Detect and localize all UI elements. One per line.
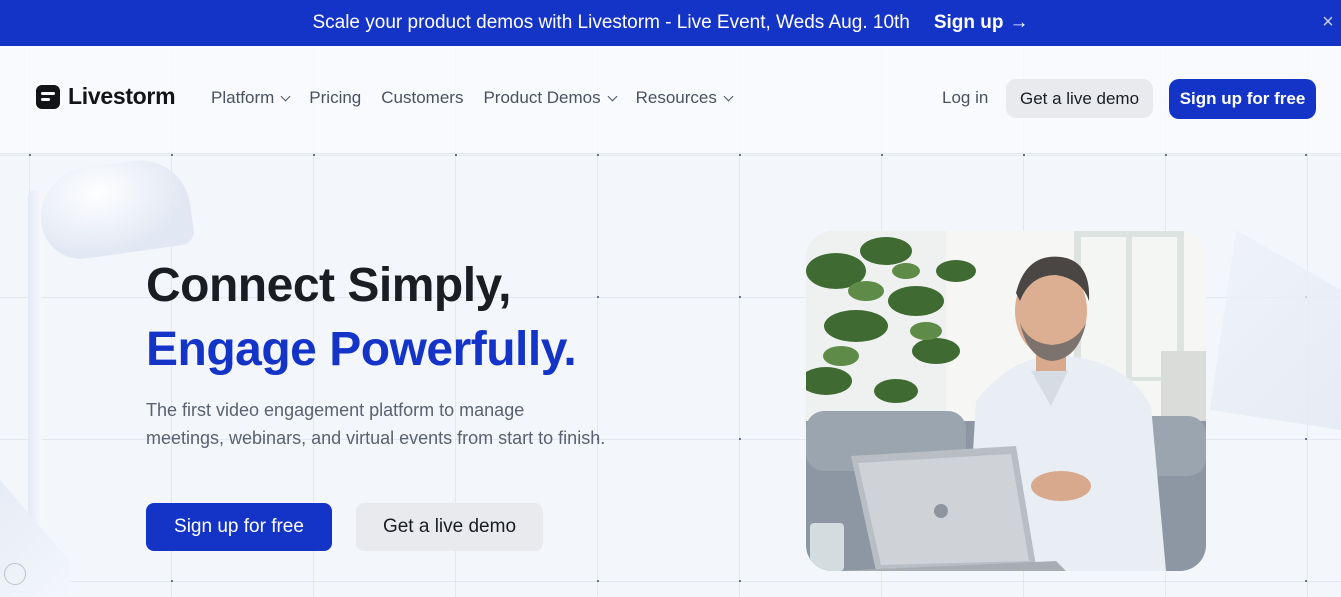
chevron-down-icon bbox=[280, 91, 291, 101]
grid-dot bbox=[739, 580, 741, 582]
grid-dot bbox=[739, 154, 741, 156]
hero-photo bbox=[806, 231, 1206, 571]
hero-subtitle: The first video engagement platform to m… bbox=[146, 400, 606, 448]
ring-decoration bbox=[4, 563, 26, 585]
grid-dot bbox=[29, 154, 31, 156]
livestorm-logo-icon bbox=[36, 84, 60, 109]
nav-item-customers[interactable]: Customers bbox=[381, 88, 463, 108]
main-nav: Platform Pricing Customers Product Demos… bbox=[211, 88, 752, 108]
arrow-right-icon: → bbox=[1009, 12, 1029, 33]
hero-title-line2: Engage Powerfully. bbox=[146, 323, 577, 376]
grid-dot bbox=[1023, 154, 1025, 156]
site-header: Livestorm Platform Pricing Customers Pro… bbox=[0, 46, 1341, 154]
grid-dot bbox=[171, 580, 173, 582]
logo[interactable]: Livestorm bbox=[36, 83, 176, 110]
hero-title: Connect Simply, Engage Powerfully. bbox=[146, 254, 577, 382]
nav-item-label: Product Demos bbox=[483, 88, 601, 107]
grid-dot bbox=[1305, 580, 1307, 582]
nav-item-label: Resources bbox=[635, 88, 717, 107]
grid-dot bbox=[313, 154, 315, 156]
get-live-demo-button[interactable]: Get a live demo bbox=[1006, 79, 1153, 118]
grid-dot bbox=[1305, 154, 1307, 156]
nav-item-pricing[interactable]: Pricing bbox=[309, 88, 361, 108]
announcement-signup-link[interactable]: Sign up → bbox=[934, 12, 1029, 34]
logo-text: Livestorm bbox=[68, 83, 176, 109]
announcement-signup-label: Sign up bbox=[933, 12, 1004, 33]
grid-dot bbox=[597, 154, 599, 156]
grid-dot bbox=[171, 154, 173, 156]
grid-dot bbox=[739, 296, 741, 298]
grid-dot bbox=[881, 154, 883, 156]
hero-title-line1: Connect Simply, bbox=[146, 259, 512, 312]
nav-item-label: Pricing bbox=[309, 88, 362, 107]
login-link[interactable]: Log in bbox=[942, 88, 988, 108]
grid-dot bbox=[1165, 154, 1167, 156]
announcement-message: Scale your product demos with Livestorm … bbox=[312, 12, 910, 33]
nav-item-label: Platform bbox=[211, 88, 275, 107]
nav-item-platform[interactable]: Platform bbox=[211, 88, 291, 108]
grid-dot bbox=[455, 154, 457, 156]
close-icon[interactable]: × bbox=[1319, 11, 1337, 34]
hero-signup-button[interactable]: Sign up for free bbox=[146, 503, 332, 551]
chevron-down-icon bbox=[723, 91, 734, 101]
grid-dot bbox=[597, 296, 599, 298]
nav-item-label: Customers bbox=[381, 88, 464, 107]
grid-dot bbox=[739, 438, 741, 440]
signup-button[interactable]: Sign up for free bbox=[1169, 79, 1316, 119]
nav-item-resources[interactable]: Resources bbox=[635, 88, 734, 108]
chevron-down-icon bbox=[607, 91, 618, 101]
grid-dot bbox=[1305, 438, 1307, 440]
presenter-photo-illustration bbox=[806, 231, 1206, 571]
announcement-bar: Scale your product demos with Livestorm … bbox=[0, 0, 1341, 46]
grid-dot bbox=[597, 580, 599, 582]
hero-live-demo-button[interactable]: Get a live demo bbox=[356, 503, 543, 551]
nav-item-product-demos[interactable]: Product Demos bbox=[483, 88, 618, 108]
